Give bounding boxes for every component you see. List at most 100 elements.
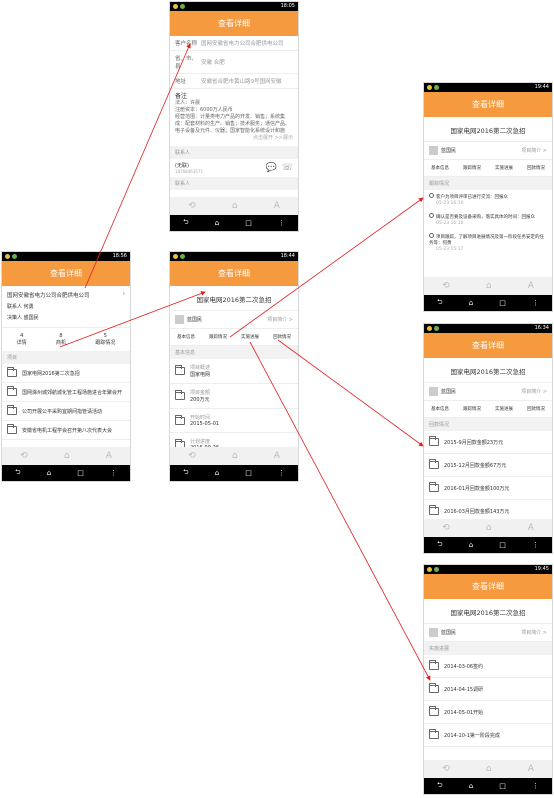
home-icon[interactable]: ⌂ [64, 451, 70, 461]
folder-icon [429, 482, 439, 492]
timeline-item: 确认是否要及设备采购，落实具体的时间：回报众 05-23 16:10 [424, 210, 552, 230]
sys-menu-icon[interactable]: ⋮ [278, 219, 285, 227]
font-icon[interactable]: A [528, 764, 534, 774]
list-item[interactable]: 安徽省电机工程学会召开第八次代表大会 [2, 421, 130, 440]
font-icon[interactable]: A [106, 451, 112, 461]
sys-back-icon[interactable]: ⮌ [183, 218, 189, 229]
font-icon[interactable]: A [528, 281, 534, 291]
sys-back-icon[interactable]: ⮌ [437, 540, 443, 551]
bottom-nav: ⟲ ⌂ A [170, 197, 298, 215]
home-icon[interactable]: ⌂ [486, 764, 492, 774]
home-icon[interactable]: ⌂ [232, 201, 238, 211]
page-title: 查看详细 [424, 574, 552, 599]
sys-menu-icon[interactable]: ⋮ [532, 782, 539, 790]
sys-recent-icon[interactable]: □ [245, 469, 252, 477]
tab-basic[interactable]: 基本信息 [431, 165, 449, 171]
sys-back-icon[interactable]: ⮌ [437, 298, 443, 309]
tab-progress[interactable]: 实施进展 [495, 406, 513, 412]
sys-home-icon[interactable]: ⌂ [215, 469, 219, 477]
user-row[interactable]: 蓝国民 项目简介 > [424, 141, 552, 160]
sys-recent-icon[interactable]: □ [245, 219, 252, 227]
sys-menu-icon[interactable]: ⋮ [110, 469, 117, 477]
tab-payment[interactable]: 回款情况 [273, 334, 291, 340]
user-row[interactable]: 蓝国民 项目简介 > [170, 310, 298, 329]
back-icon[interactable]: ⟲ [442, 281, 450, 291]
system-bar: ⮌ ⌂ □ ⋮ [170, 465, 298, 481]
back-icon[interactable]: ⟲ [442, 764, 450, 774]
sys-recent-icon[interactable]: □ [499, 782, 506, 790]
stat-details[interactable]: 4 详情 [17, 333, 27, 346]
sys-back-icon[interactable]: ⮌ [183, 468, 189, 479]
list-item: 2014-04-15调研 [424, 678, 552, 701]
home-icon[interactable]: ⌂ [232, 451, 238, 461]
folder-icon [429, 459, 439, 469]
back-icon[interactable]: ⟲ [20, 451, 28, 461]
folder-icon [7, 367, 17, 377]
sys-recent-icon[interactable]: □ [77, 469, 84, 477]
company-name-row[interactable]: 国网安徽省电力公司合肥供电公司 › [2, 286, 130, 299]
sys-home-icon[interactable]: ⌂ [47, 469, 51, 477]
sys-menu-icon[interactable]: ⋮ [278, 469, 285, 477]
tab-payment[interactable]: 回款情况 [527, 406, 545, 412]
sys-home-icon[interactable]: ⌂ [215, 219, 219, 227]
circle-icon [429, 213, 434, 218]
tab-payment[interactable]: 回款情况 [527, 165, 545, 171]
home-icon[interactable]: ⌂ [486, 523, 492, 533]
contact-text: 联系人 何勇 [7, 304, 34, 310]
timeline-item: 项目跟踪，了解项目进展情况及第一阶段任务安定的任务等：何勇 05-23 15:17 [429, 233, 544, 252]
font-icon[interactable]: A [274, 451, 280, 461]
contact-row: (无联) 18768463571 💬 ☏ [175, 163, 293, 174]
stat-tracking[interactable]: 5 跟踪情况 [95, 333, 115, 346]
avatar [429, 628, 438, 637]
circle-icon [429, 233, 434, 238]
list-item[interactable]: 公司开展公平采购宜期间指管请活动 [2, 402, 130, 421]
folder-icon [429, 729, 439, 739]
list-item: 2014-05-01开始 [424, 701, 552, 724]
stat-opportunity[interactable]: 8 商机 [56, 333, 66, 346]
tab-tracking[interactable]: 跟踪情况 [209, 334, 227, 340]
page-title: 查看详细 [170, 261, 298, 286]
list-item[interactable]: 国家电网2016第二次急招 [2, 364, 130, 383]
tab-tracking[interactable]: 跟踪情况 [463, 406, 481, 412]
sys-recent-icon[interactable]: □ [499, 541, 506, 549]
user-row[interactable]: 蓝国民 项目简介 > [424, 623, 552, 642]
expand-link[interactable]: 点击展开 >>展示 [175, 135, 293, 142]
bottom-nav: ⟲ ⌂ A [2, 447, 130, 465]
sys-back-icon[interactable]: ⮌ [437, 781, 443, 792]
font-icon[interactable]: A [528, 523, 534, 533]
bottom-nav: ⟲ ⌂ A [424, 277, 552, 295]
chat-icon[interactable]: 💬 [266, 163, 277, 173]
list-item[interactable]: 国网滁州城郊航城化管工程场施进合年聚会开 [2, 383, 130, 402]
section-header: 跟踪情况 [424, 177, 552, 190]
screen-project: 18:44 查看详细 国家电网2016第二次急招 蓝国民 项目简介 > 基本信息 跟… [169, 251, 299, 482]
folder-icon [7, 424, 17, 434]
tab-basic[interactable]: 基本信息 [177, 334, 195, 340]
phone-icon[interactable]: ☏ [282, 163, 293, 173]
font-icon[interactable]: A [274, 201, 280, 211]
tab-basic[interactable]: 基本信息 [431, 406, 449, 412]
sys-home-icon[interactable]: ⌂ [469, 782, 473, 790]
tab-progress[interactable]: 实施进展 [495, 165, 513, 171]
page-title: 查看详细 [424, 333, 552, 358]
sys-recent-icon[interactable]: □ [499, 299, 506, 307]
user-row[interactable]: 蓝国民 项目简介 > [424, 382, 552, 401]
back-icon[interactable]: ⟲ [442, 523, 450, 533]
home-icon[interactable]: ⌂ [486, 281, 492, 291]
sys-menu-icon[interactable]: ⋮ [532, 299, 539, 307]
sys-home-icon[interactable]: ⌂ [469, 299, 473, 307]
back-icon[interactable]: ⟲ [188, 451, 196, 461]
tab-progress[interactable]: 实施进展 [241, 334, 259, 340]
company-name: 国网安徽省电力公司合肥供电公司 [7, 293, 90, 299]
sys-home-icon[interactable]: ⌂ [469, 541, 473, 549]
back-icon[interactable]: ⟲ [188, 201, 196, 211]
tab-tracking[interactable]: 跟踪情况 [463, 165, 481, 171]
folder-icon [429, 683, 439, 693]
sys-menu-icon[interactable]: ⋮ [532, 541, 539, 549]
sys-back-icon[interactable]: ⮌ [15, 468, 21, 479]
page-title: 查看详细 [424, 92, 552, 117]
bottom-nav: ⟲ ⌂ A [424, 519, 552, 537]
system-bar: ⮌ ⌂ □ ⋮ [424, 295, 552, 311]
list-item: 项目概述 国家电网 [170, 359, 298, 384]
system-bar: ⮌ ⌂ □ ⋮ [170, 215, 298, 231]
bottom-nav: ⟲ ⌂ A [170, 447, 298, 465]
